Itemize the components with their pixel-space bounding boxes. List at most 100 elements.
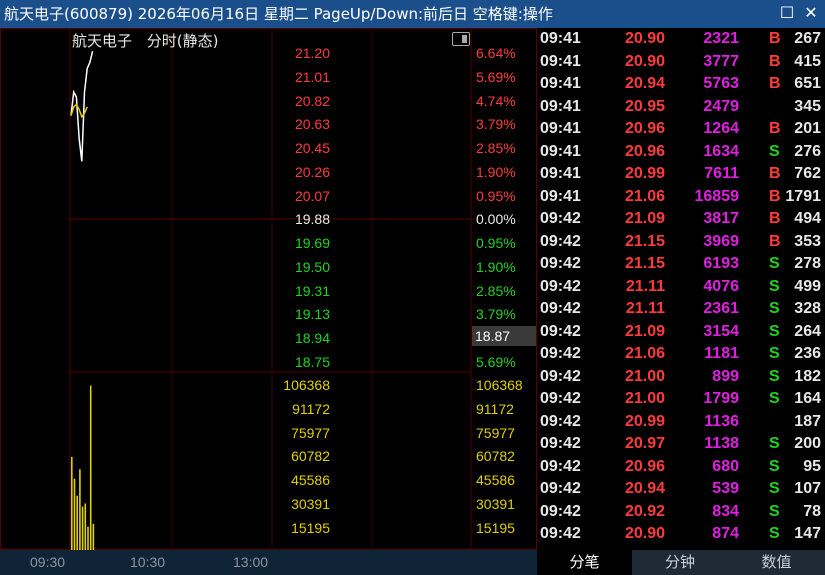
volume-label: 15195 — [291, 520, 330, 536]
intraday-chart[interactable] — [0, 28, 537, 550]
trade-price: 21.15 — [624, 255, 665, 272]
trade-row: 09:42 21.00 1799 S 164 — [537, 388, 825, 410]
trade-row: 09:42 21.00 899 S 182 — [537, 366, 825, 388]
tick-trades-list[interactable]: 09:41 20.90 2321 B 267 09:41 20.90 3777 B 415 09:4… — [537, 28, 825, 550]
trade-price: 20.92 — [624, 502, 665, 520]
trade-count: 164 — [794, 390, 821, 407]
trade-count: 499 — [794, 277, 821, 295]
trade-price: 20.90 — [624, 525, 665, 542]
maximize-icon[interactable]: ☐ — [776, 2, 798, 24]
volume-label: 106368 — [283, 377, 330, 393]
trade-volume: 1181 — [704, 345, 739, 362]
trade-time: 09:41 — [540, 52, 581, 70]
time-label: 10:30 — [130, 554, 166, 570]
price-label: 20.45 — [294, 140, 330, 156]
trade-direction: S — [769, 345, 780, 362]
volume-label: 91172 — [476, 401, 514, 417]
trade-volume: 4076 — [703, 277, 739, 295]
detail-tabs: 分笔 分钟 数值 — [537, 550, 825, 575]
trade-volume: 680 — [712, 457, 739, 475]
trade-row: 09:42 20.97 1138 S 200 — [537, 433, 825, 455]
trade-row: 09:42 21.11 2361 S 328 — [537, 298, 825, 320]
pct-label: 2.85% — [476, 283, 516, 299]
trade-direction: B — [769, 75, 781, 92]
volume-label: 45586 — [291, 472, 330, 488]
trade-count: 78 — [803, 502, 821, 520]
trade-count: 267 — [794, 30, 821, 47]
trade-count: 147 — [794, 525, 821, 542]
pct-label: 3.79% — [476, 116, 516, 132]
trade-direction: B — [769, 52, 781, 70]
trade-price: 21.09 — [624, 210, 665, 227]
trade-time: 09:42 — [540, 525, 581, 542]
chart-border — [0, 28, 537, 550]
trade-row: 09:42 21.15 6193 S 278 — [537, 253, 825, 275]
trade-time: 09:42 — [540, 390, 581, 407]
trade-row: 09:41 20.95 2479 345 — [537, 96, 825, 118]
trade-row: 09:42 21.09 3817 B 494 — [537, 208, 825, 230]
time-label: 09:30 — [30, 554, 66, 570]
volume-label: 106368 — [476, 377, 523, 393]
trade-volume: 1634 — [703, 142, 739, 160]
time-axis — [0, 550, 537, 575]
avg-price-line — [70, 103, 88, 119]
price-label: 20.26 — [294, 164, 330, 180]
trade-volume: 2479 — [703, 97, 739, 115]
price-label: 20.07 — [294, 188, 330, 204]
trade-row: 09:42 21.09 3154 S 264 — [537, 321, 825, 343]
trade-volume: 3777 — [703, 52, 739, 70]
trade-row: 09:41 20.90 2321 B 267 — [537, 28, 825, 50]
trade-direction: B — [769, 210, 781, 227]
tab-minutes[interactable]: 分钟 — [632, 550, 728, 575]
trade-count: 1791 — [785, 187, 821, 205]
trade-time: 09:42 — [540, 435, 581, 452]
volume-label: 30391 — [291, 496, 330, 512]
trade-volume: 5763 — [703, 75, 739, 92]
close-icon[interactable]: ✕ — [800, 2, 822, 24]
trade-price: 21.11 — [625, 300, 665, 317]
trade-direction: S — [769, 502, 780, 520]
trade-count: 276 — [794, 142, 821, 160]
trade-price: 20.96 — [624, 142, 665, 160]
trade-price: 20.94 — [624, 75, 665, 92]
panel-toggle-icon[interactable] — [452, 32, 470, 46]
trade-count: 328 — [794, 300, 821, 317]
volume-bar — [84, 503, 87, 550]
pct-label: 5.69% — [476, 354, 516, 370]
tab-values[interactable]: 数值 — [728, 550, 825, 575]
trade-row: 09:42 20.96 680 S 95 — [537, 456, 825, 478]
trade-count: 415 — [794, 52, 821, 70]
trade-direction: S — [769, 435, 780, 452]
volume-bar — [87, 526, 89, 550]
pct-label: 0.95% — [476, 235, 516, 251]
stock-name: 航天电子 — [72, 32, 133, 50]
trade-time: 09:42 — [540, 300, 581, 317]
trade-direction: S — [769, 142, 780, 160]
trade-count: 236 — [794, 345, 821, 362]
pct-label: 2.85% — [476, 140, 516, 156]
tab-ticks[interactable]: 分笔 — [537, 550, 632, 575]
price-label: 21.20 — [294, 45, 330, 61]
trade-row: 09:42 21.06 1181 S 236 — [537, 343, 825, 365]
trade-count: 264 — [794, 322, 821, 340]
trade-volume: 16859 — [694, 187, 740, 205]
trade-time: 09:42 — [540, 322, 581, 340]
pct-label: 1.90% — [476, 259, 516, 275]
trade-time: 09:42 — [540, 345, 581, 362]
volume-label: 15195 — [476, 520, 515, 536]
price-label: 21.01 — [294, 69, 330, 85]
chart-mode: 分时(静态) — [146, 32, 219, 50]
volume-bar — [89, 385, 92, 550]
price-label: 19.31 — [294, 283, 330, 299]
trade-time: 09:42 — [540, 210, 581, 227]
trade-time: 09:42 — [540, 367, 581, 385]
trade-time: 09:42 — [540, 412, 581, 430]
trade-row: 09:42 20.92 834 S 78 — [537, 501, 825, 523]
trade-direction: S — [769, 255, 780, 272]
trade-direction: B — [769, 30, 781, 47]
trade-time: 09:41 — [540, 97, 581, 115]
trade-time: 09:41 — [540, 120, 581, 137]
trade-count: 762 — [794, 165, 821, 182]
volume-bar — [76, 495, 78, 550]
price-label: 19.88 — [294, 211, 330, 227]
